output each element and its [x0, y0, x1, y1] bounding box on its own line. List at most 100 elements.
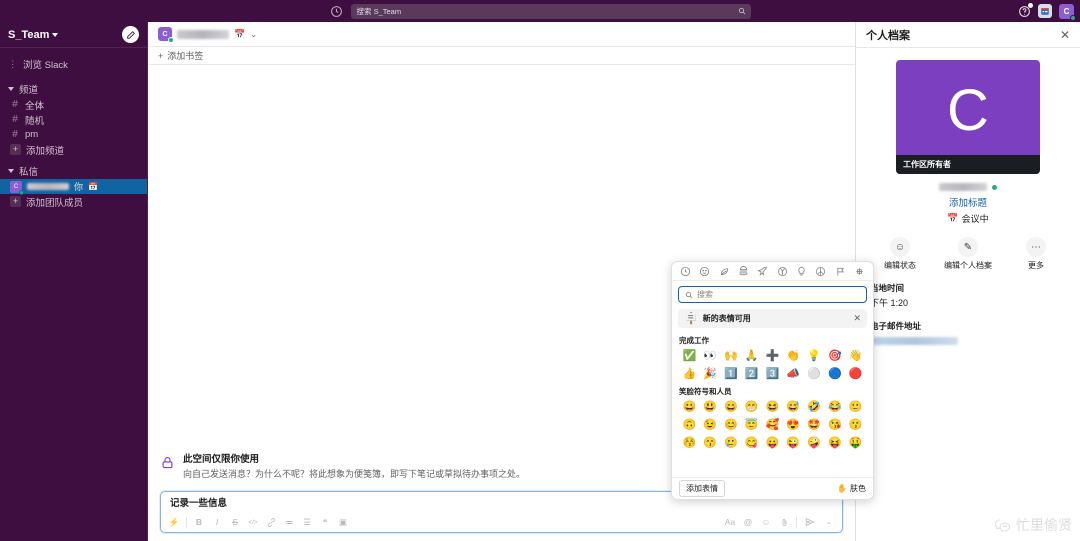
close-icon[interactable]: ✕ [1060, 29, 1070, 41]
emoji-button[interactable]: 👋 [845, 347, 866, 365]
emoji-button[interactable]: 3️⃣ [762, 365, 783, 383]
close-icon[interactable]: ✕ [853, 313, 861, 324]
emoji-button[interactable]: 🙃 [679, 416, 700, 434]
emoji-button[interactable]: 💡 [804, 347, 825, 365]
workspace-name-button[interactable]: S_Team [8, 29, 58, 41]
emoji-button[interactable]: 🙏 [741, 347, 762, 365]
clock-icon[interactable] [330, 5, 343, 18]
apps-button[interactable] [1038, 4, 1052, 18]
send-button[interactable] [803, 516, 817, 529]
italic-icon[interactable]: I [211, 516, 223, 528]
recent-icon[interactable] [679, 265, 692, 278]
emoji-button[interactable]: 😛 [762, 434, 783, 452]
code-icon[interactable]: </> [247, 516, 259, 528]
emoji-button[interactable]: 😋 [741, 434, 762, 452]
emoji-button[interactable]: 😍 [783, 416, 804, 434]
emoji-button[interactable]: 🎉 [700, 365, 721, 383]
add-bookmark-button[interactable]: + 添加书签 [158, 49, 203, 62]
send-options-chevron-icon[interactable]: ⌄ [823, 516, 835, 528]
emoji-button[interactable]: 😙 [700, 434, 721, 452]
custom-icon[interactable] [853, 265, 866, 278]
emoji-button[interactable]: 🤩 [804, 416, 825, 434]
chevron-down-icon[interactable]: ⌄ [250, 30, 257, 39]
emoji-button[interactable]: 🤪 [804, 434, 825, 452]
smileys-icon[interactable] [698, 265, 711, 278]
emoji-button[interactable]: 📣 [783, 365, 804, 383]
emoji-button[interactable]: 👍 [679, 365, 700, 383]
emoji-button[interactable]: 🤑 [845, 434, 866, 452]
emoji-button[interactable]: 😁 [741, 398, 762, 416]
emoji-picker[interactable]: 搜索 🪧 新的表情可用 ✕ 完成工作 ✅👀🙌🙏➕👏💡🎯👋👍🎉1️⃣2️⃣3️⃣📣… [671, 261, 874, 500]
ordered-list-icon[interactable]: ≔ [283, 516, 295, 528]
emoji-button[interactable]: 😊 [721, 416, 742, 434]
sidebar-item-browse[interactable]: ⋮ 浏览 Slack [0, 56, 147, 72]
edit-status-button[interactable]: ☺ 编辑状态 [875, 237, 925, 271]
symbols-icon[interactable] [814, 265, 827, 278]
new-emoji-banner[interactable]: 🪧 新的表情可用 ✕ [678, 309, 867, 328]
format-icon[interactable]: Aa [724, 516, 736, 528]
more-button[interactable]: ⋯ 更多 [1011, 237, 1061, 271]
email-value-redacted[interactable] [870, 337, 958, 345]
search-input[interactable]: 搜索 S_Team [351, 4, 751, 19]
objects-icon[interactable] [795, 265, 808, 278]
emoji-button[interactable]: 🙌 [721, 347, 742, 365]
emoji-button[interactable]: ✅ [679, 347, 700, 365]
workspace-header[interactable]: S_Team [0, 22, 147, 48]
emoji-button[interactable]: 😗 [845, 416, 866, 434]
emoji-button[interactable]: 😇 [741, 416, 762, 434]
emoji-button[interactable]: 😂 [824, 398, 845, 416]
mention-icon[interactable]: @ [742, 516, 754, 528]
channel-header[interactable]: C 📅 ⌄ [148, 22, 855, 46]
emoji-button[interactable]: 😝 [824, 434, 845, 452]
lightning-icon[interactable]: ⚡ [168, 516, 180, 528]
emoji-button[interactable]: 😉 [700, 416, 721, 434]
sidebar-item-channel-pm[interactable]: # pm [0, 127, 147, 142]
activity-icon[interactable] [776, 265, 789, 278]
edit-profile-button[interactable]: ✎ 编辑个人档案 [943, 237, 993, 271]
nature-icon[interactable] [718, 265, 731, 278]
sidebar-item-add-channel[interactable]: + 添加频道 [0, 142, 147, 157]
link-icon[interactable] [265, 516, 277, 528]
bullet-list-icon[interactable]: ☰ [301, 516, 313, 528]
sidebar-item-channel-random[interactable]: # 随机 [0, 112, 147, 127]
blockquote-icon[interactable]: ❝ [319, 516, 331, 528]
emoji-button[interactable]: 🔴 [845, 365, 866, 383]
add-emoji-button[interactable]: 添加表情 [679, 480, 725, 497]
bold-icon[interactable]: B [193, 516, 205, 528]
help-button[interactable] [1018, 5, 1031, 18]
emoji-button[interactable]: 🤣 [804, 398, 825, 416]
emoji-button[interactable]: 😀 [679, 398, 700, 416]
emoji-button[interactable]: 🥲 [721, 434, 742, 452]
emoji-button[interactable]: 👏 [783, 347, 804, 365]
sidebar-section-channels[interactable]: 频道 [0, 81, 147, 97]
sidebar-item-dm-self[interactable]: C 你 📅 [0, 179, 147, 194]
emoji-button[interactable]: 😚 [679, 434, 700, 452]
skin-tone-selector[interactable]: ✋ 肤色 [837, 483, 866, 494]
code-block-icon[interactable]: ▣ [337, 516, 349, 528]
emoji-button[interactable]: 🎯 [824, 347, 845, 365]
emoji-icon[interactable]: ☺ [760, 516, 772, 528]
emoji-button[interactable]: 👀 [700, 347, 721, 365]
travel-icon[interactable] [756, 265, 769, 278]
emoji-button[interactable]: 😘 [824, 416, 845, 434]
emoji-button[interactable]: 😃 [700, 398, 721, 416]
strikethrough-icon[interactable]: S [229, 516, 241, 528]
emoji-button[interactable]: 😄 [721, 398, 742, 416]
attachment-icon[interactable] [778, 516, 790, 528]
food-icon[interactable] [737, 265, 750, 278]
emoji-button[interactable]: ⚪ [804, 365, 825, 383]
user-avatar[interactable]: C [1059, 4, 1074, 19]
emoji-button[interactable]: 2️⃣ [741, 365, 762, 383]
emoji-button[interactable]: 😜 [783, 434, 804, 452]
compose-button[interactable] [122, 26, 139, 43]
emoji-button[interactable]: 😆 [762, 398, 783, 416]
emoji-search-input[interactable]: 搜索 [678, 286, 867, 303]
sidebar-item-channel-all[interactable]: # 全体 [0, 97, 147, 112]
emoji-button[interactable]: 🥰 [762, 416, 783, 434]
emoji-button[interactable]: 1️⃣ [721, 365, 742, 383]
sidebar-item-add-teammate[interactable]: + 添加团队成员 [0, 194, 147, 209]
emoji-button[interactable]: 😅 [783, 398, 804, 416]
status-badge[interactable]: 📅 会议中 [947, 212, 988, 225]
flags-icon[interactable] [834, 265, 847, 278]
emoji-button[interactable]: ➕ [762, 347, 783, 365]
